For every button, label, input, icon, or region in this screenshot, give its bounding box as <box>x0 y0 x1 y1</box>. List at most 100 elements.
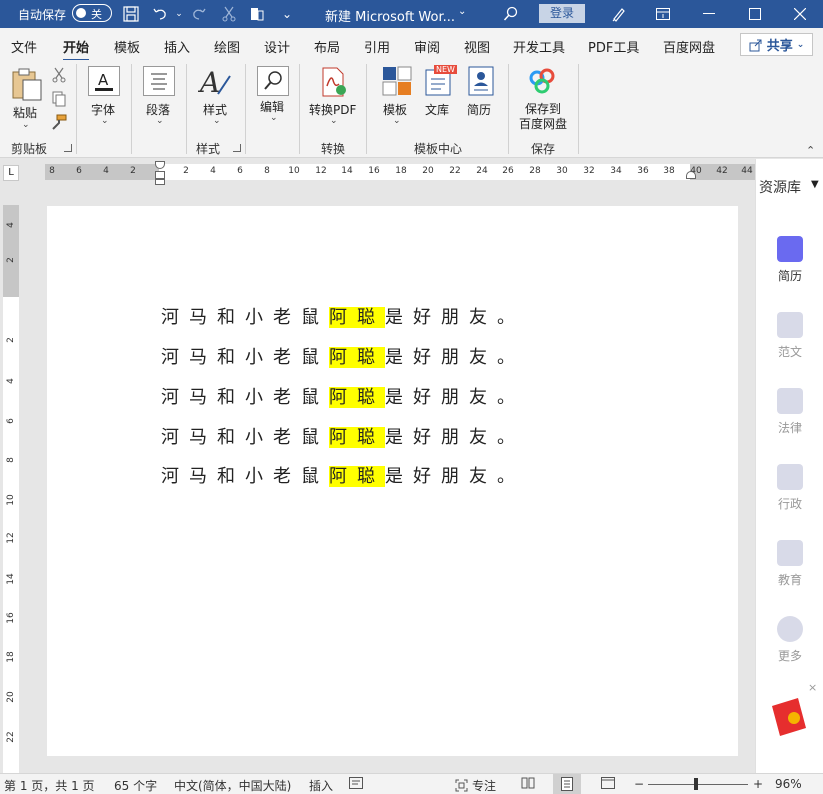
template-icon <box>382 66 412 96</box>
paste-button[interactable]: 粘贴 ⌄ <box>8 66 46 130</box>
print-layout-button[interactable] <box>553 774 581 794</box>
ruler-number: 8 <box>264 166 270 176</box>
horizontal-ruler[interactable]: 8 6 4 2 2 4 6 8 10 12 14 16 18 20 22 24 … <box>45 164 755 180</box>
undo-dropdown-icon[interactable]: ⌄ <box>168 3 190 25</box>
ruler-number: 8 <box>6 457 16 463</box>
document-line[interactable]: 河马和小老鼠阿聪是好朋友。 <box>161 423 525 453</box>
resource-pane-title[interactable]: 资源库 <box>759 177 801 197</box>
tab-baidu-netdisk[interactable]: 百度网盘 <box>663 37 715 56</box>
resource-item-law[interactable]: 法律 <box>756 388 823 436</box>
focus-button[interactable]: 专注 <box>455 777 496 794</box>
ribbon-display-options-icon[interactable] <box>640 0 686 28</box>
document-line[interactable]: 河马和小老鼠阿聪是好朋友。 <box>161 462 525 492</box>
customize-qat-icon[interactable]: ⌄ <box>276 3 298 25</box>
tab-draw[interactable]: 绘图 <box>214 37 240 56</box>
tab-template[interactable]: 模板 <box>114 37 140 56</box>
ruler-number: 2 <box>6 257 16 263</box>
save-to-baidu-button[interactable]: 保存到 百度网盘 <box>516 64 570 134</box>
macro-record-icon[interactable] <box>349 777 363 792</box>
right-indent-marker[interactable] <box>686 171 696 179</box>
cut-icon[interactable] <box>52 67 66 86</box>
resource-item-education[interactable]: 教育 <box>756 540 823 588</box>
sample-doc-icon <box>777 312 803 338</box>
tab-design[interactable]: 设计 <box>264 37 290 56</box>
paragraph-button[interactable]: 段落 ⌄ <box>141 64 177 128</box>
format-painter-icon[interactable] <box>51 114 67 133</box>
touch-mode-icon[interactable] <box>246 3 268 25</box>
tab-view[interactable]: 视图 <box>464 37 490 56</box>
zoom-level[interactable]: 96% <box>775 777 802 791</box>
styles-launcher-icon[interactable] <box>233 144 241 152</box>
new-badge: NEW <box>434 65 457 74</box>
cut-icon[interactable] <box>218 3 240 25</box>
word-count[interactable]: 65 个字 <box>114 777 157 794</box>
maximize-icon[interactable] <box>732 0 778 28</box>
styles-button[interactable]: A 样式 ⌄ <box>198 64 234 128</box>
resource-item-resume[interactable]: 简历 <box>756 236 823 284</box>
vertical-ruler[interactable]: 4 2 2 4 6 8 10 12 14 16 18 20 22 <box>3 205 19 773</box>
font-button[interactable]: A 字体 ⌄ <box>86 64 122 128</box>
ruler-number: 16 <box>6 612 16 624</box>
save-to-label-2: 百度网盘 <box>519 117 568 131</box>
title-dropdown-icon[interactable]: ⌄ <box>458 6 466 17</box>
clipboard-launcher-icon[interactable] <box>64 144 72 152</box>
tab-pdf-tools[interactable]: PDF工具 <box>588 37 639 56</box>
copy-icon[interactable] <box>52 91 66 110</box>
insert-mode[interactable]: 插入 <box>309 777 333 794</box>
close-icon[interactable] <box>777 0 823 28</box>
zoom-in-button[interactable]: + <box>753 777 763 791</box>
tab-review[interactable]: 审阅 <box>414 37 440 56</box>
redo-icon[interactable] <box>188 3 210 25</box>
tab-home[interactable]: 开始 <box>63 37 90 62</box>
template-center-group-label: 模板中心 <box>414 142 463 156</box>
save-icon[interactable] <box>120 3 142 25</box>
template-button[interactable]: 模板 ⌄ <box>380 64 414 128</box>
resume-button[interactable]: 简历 <box>464 64 498 120</box>
document-line[interactable]: 河马和小老鼠阿聪是好朋友。 <box>161 303 525 333</box>
tab-insert[interactable]: 插入 <box>164 37 190 56</box>
close-promo-icon[interactable]: × <box>808 681 817 694</box>
library-button[interactable]: NEW 文库 <box>422 64 457 120</box>
minimize-icon[interactable] <box>686 0 732 28</box>
zoom-out-button[interactable]: − <box>634 777 644 791</box>
resource-pane-dropdown-icon[interactable]: ▼ <box>811 179 819 190</box>
red-envelope-icon[interactable] <box>768 694 808 740</box>
ruler-number: 26 <box>502 166 514 176</box>
tab-references[interactable]: 引用 <box>364 37 390 56</box>
resource-item-sample[interactable]: 范文 <box>756 312 823 360</box>
paste-dropdown-icon: ⌄ <box>22 120 30 130</box>
page-info[interactable]: 第 1 页，共 1 页 <box>4 777 95 794</box>
convert-pdf-button[interactable]: 转换PDF ⌄ <box>307 64 359 128</box>
tab-file[interactable]: 文件 <box>11 37 37 56</box>
zoom-slider-thumb[interactable] <box>694 778 698 790</box>
language-status[interactable]: 中文(简体，中国大陆) <box>174 777 291 794</box>
ruler-number: 44 <box>741 166 753 176</box>
tab-developer[interactable]: 开发工具 <box>513 37 565 56</box>
autosave-toggle[interactable]: 关 <box>72 4 112 22</box>
pen-icon[interactable] <box>608 3 630 25</box>
edit-button[interactable]: 编辑 ⌄ <box>255 64 291 128</box>
resource-item-admin[interactable]: 行政 <box>756 464 823 512</box>
tab-layout[interactable]: 布局 <box>314 37 340 56</box>
read-mode-icon[interactable] <box>521 777 535 792</box>
left-indent-marker[interactable] <box>155 179 165 185</box>
tab-selector[interactable]: L <box>3 165 19 181</box>
resource-item-label: 行政 <box>777 497 802 511</box>
ribbon: 粘贴 ⌄ 剪贴板 A 字体 ⌄ 段落 ⌄ A 样式 ⌄ 样式 编辑 ⌄ 转换PD… <box>0 60 823 158</box>
ruler-number: 20 <box>422 166 434 176</box>
hanging-indent-marker[interactable] <box>155 171 165 179</box>
collapse-ribbon-icon[interactable]: ⌃ <box>806 144 815 157</box>
web-layout-icon[interactable] <box>601 777 615 792</box>
share-button[interactable]: 共享 ⌄ <box>740 33 813 56</box>
login-button[interactable]: 登录 <box>539 4 585 23</box>
document-page[interactable]: 河马和小老鼠阿聪是好朋友。 河马和小老鼠阿聪是好朋友。 河马和小老鼠阿聪是好朋友… <box>47 206 738 756</box>
document-line[interactable]: 河马和小老鼠阿聪是好朋友。 <box>161 383 525 413</box>
document-line[interactable]: 河马和小老鼠阿聪是好朋友。 <box>161 343 525 373</box>
search-icon[interactable] <box>500 3 522 25</box>
ruler-number: 18 <box>395 166 407 176</box>
ruler-number: 16 <box>368 166 380 176</box>
zoom-slider[interactable] <box>648 784 748 785</box>
line-text-before: 河马和小老鼠 <box>161 347 329 368</box>
resource-item-more[interactable]: 更多 <box>756 616 823 664</box>
highlighted-text: 阿聪 <box>329 427 385 448</box>
